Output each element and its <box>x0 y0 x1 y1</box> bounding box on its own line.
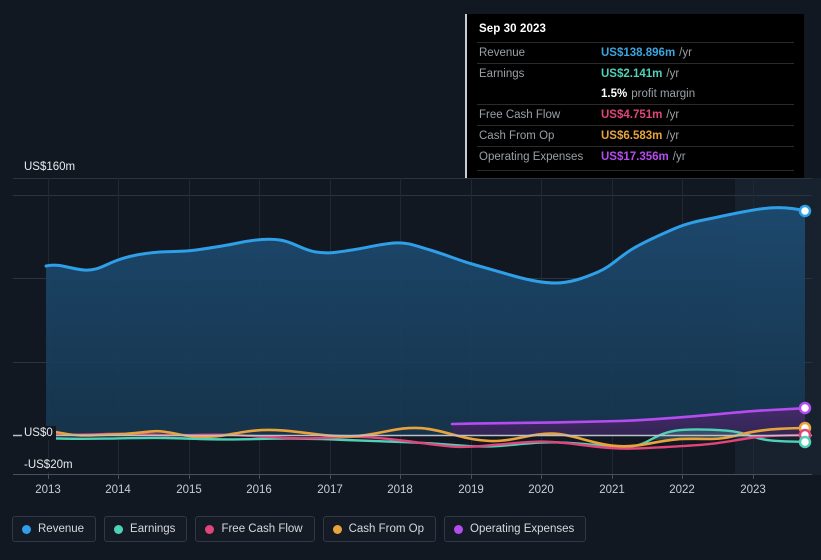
x-axis-label-2019: 2019 <box>458 484 484 496</box>
operating-expenses-endpoint-marker <box>798 401 812 415</box>
tooltip-row-revenue: Revenue US$138.896m /yr <box>477 42 794 63</box>
tooltip-row-profit-margin: 1.5% profit margin <box>477 84 794 104</box>
x-axis-label-2014: 2014 <box>105 484 131 496</box>
x-axis-label-2022: 2022 <box>669 484 695 496</box>
tooltip-value-cash-from-op: US$6.583m <box>601 130 663 142</box>
tooltip-key-cash-from-op: Cash From Op <box>479 130 555 142</box>
tooltip-value-free-cash-flow: US$4.751m <box>601 109 663 121</box>
tooltip-key-earnings: Earnings <box>479 68 525 80</box>
x-axis-label-2023: 2023 <box>740 484 766 496</box>
x-axis-label-2016: 2016 <box>246 484 272 496</box>
tooltip-value-operating-expenses: US$17.356m <box>601 151 669 163</box>
cash-from-op-color-swatch-icon <box>332 524 342 534</box>
legend-item-free-cash-flow[interactable]: Free Cash Flow <box>195 516 315 542</box>
legend-item-revenue[interactable]: Revenue <box>12 516 97 542</box>
legend-label-earnings: Earnings <box>130 523 176 535</box>
tooltip-unit-revenue: /yr <box>679 47 692 59</box>
tooltip-key-free-cash-flow: Free Cash Flow <box>479 109 561 121</box>
earnings-color-swatch-icon <box>114 524 124 534</box>
y-axis-label-negative: -US$20m <box>22 458 76 472</box>
operating-expenses-color-swatch-icon <box>454 524 464 534</box>
tooltip-unit-operating-expenses: /yr <box>672 151 686 163</box>
tooltip-bottom-divider <box>477 170 794 171</box>
data-tooltip-panel: Sep 30 2023 Revenue US$138.896m /yr Earn… <box>465 14 804 178</box>
tooltip-row-earnings: Earnings US$2.141m /yr <box>477 63 794 84</box>
x-axis-label-2020: 2020 <box>528 484 554 496</box>
legend-item-earnings[interactable]: Earnings <box>104 516 188 542</box>
tooltip-unit-cash-from-op: /yr <box>666 130 680 142</box>
tooltip-value-revenue: US$138.896m <box>601 47 676 59</box>
legend-label-cash-from-op: Cash From Op <box>348 523 425 535</box>
free-cash-flow-color-swatch-icon <box>205 524 215 534</box>
earnings-endpoint-marker <box>798 435 812 449</box>
legend-label-free-cash-flow: Free Cash Flow <box>221 523 303 535</box>
legend-item-cash-from-op[interactable]: Cash From Op <box>322 516 437 542</box>
tooltip-key-operating-expenses: Operating Expenses <box>479 151 584 163</box>
y-axis-label-zero: US$0 <box>22 426 56 440</box>
x-axis-label-2018: 2018 <box>387 484 413 496</box>
tooltip-date-title: Sep 30 2023 <box>479 23 546 35</box>
legend-label-operating-expenses: Operating Expenses <box>470 523 575 535</box>
tooltip-unit-free-cash-flow: /yr <box>666 109 680 121</box>
revenue-endpoint-marker <box>798 204 812 218</box>
tooltip-value-earnings: US$2.141m <box>601 68 663 80</box>
x-axis-label-2015: 2015 <box>176 484 202 496</box>
tooltip-unit-earnings: /yr <box>666 68 680 80</box>
y-axis-label-top: US$160m <box>22 160 79 174</box>
legend-item-operating-expenses[interactable]: Operating Expenses <box>444 516 587 542</box>
tooltip-key-revenue: Revenue <box>479 47 526 59</box>
tooltip-row-cash-from-op: Cash From Op US$6.583m /yr <box>477 125 794 146</box>
x-axis-label-2021: 2021 <box>599 484 625 496</box>
x-axis-label-2017: 2017 <box>317 484 343 496</box>
tooltip-row-free-cash-flow: Free Cash Flow US$4.751m /yr <box>477 104 794 125</box>
chart-legend: Revenue Earnings Free Cash Flow Cash Fro… <box>12 516 587 542</box>
revenue-color-swatch-icon <box>22 524 31 534</box>
tooltip-row-operating-expenses: Operating Expenses US$17.356m /yr <box>477 146 794 167</box>
tooltip-unit-profit-margin: profit margin <box>631 88 696 100</box>
x-axis-label-2013: 2013 <box>35 484 61 496</box>
legend-label-revenue: Revenue <box>38 523 85 535</box>
tooltip-value-profit-margin: 1.5% <box>601 88 628 100</box>
